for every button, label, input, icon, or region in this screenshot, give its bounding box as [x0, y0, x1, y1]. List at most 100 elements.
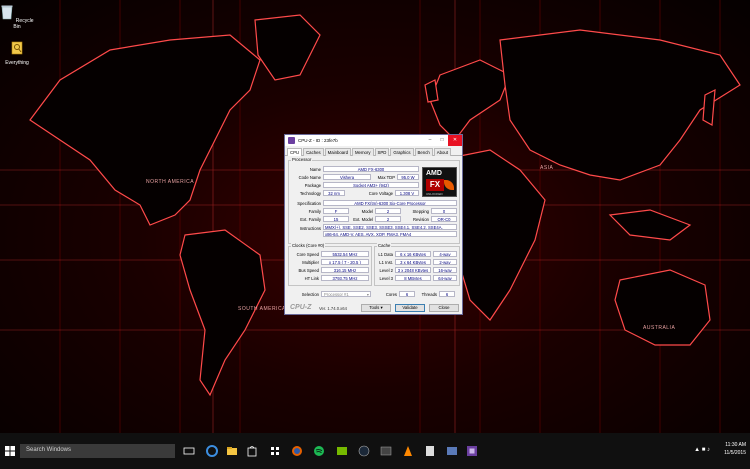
instructions-line-1: MMX(+), SSE, SSE2, SSE3, SSSE3, SSE4.1, …	[323, 224, 457, 230]
game-icon[interactable]	[379, 444, 393, 458]
tab-bar: CPU Caches Mainboard Memory SPD Graphics…	[285, 146, 462, 156]
selection-label: Selection	[301, 292, 319, 297]
level3-label: Level 3	[379, 276, 393, 281]
level2-value: 3 x 2048 KBytes	[395, 267, 431, 273]
firefox-icon[interactable]	[290, 444, 304, 458]
tools-button[interactable]: Tools ▾	[361, 304, 391, 312]
family-label: Family	[308, 209, 321, 214]
maximize-icon[interactable]: □	[436, 135, 448, 146]
system-tray[interactable]: ▲ ■ ♪	[694, 447, 710, 453]
map-label-north-america: NORTH AMERICA	[146, 179, 195, 185]
tab-memory[interactable]: Memory	[351, 148, 374, 156]
task-view-icon[interactable]	[182, 444, 196, 458]
tab-about[interactable]: About	[433, 148, 451, 156]
ht-link-label: HT Link	[304, 276, 319, 281]
tab-caches[interactable]: Caches	[303, 148, 324, 156]
map-label-south-america: SOUTH AMERICA	[238, 306, 286, 312]
l1-data-value: 6 x 16 KBytes	[395, 251, 431, 257]
package-value: Socket AM3+ (942)	[323, 182, 419, 188]
document-icon[interactable]	[423, 444, 437, 458]
processor-select[interactable]: Processor #1 ▾	[321, 291, 371, 297]
minimize-icon[interactable]: –	[424, 135, 436, 146]
recycle-bin-label: Recycle Bin	[13, 18, 34, 30]
tab-graphics[interactable]: Graphics	[390, 148, 414, 156]
recycle-bin-icon	[1, 5, 13, 20]
start-button[interactable]	[0, 433, 20, 469]
model-value: 2	[375, 208, 401, 214]
tab-mainboard[interactable]: Mainboard	[324, 148, 351, 156]
instructions-label: Instructions	[299, 226, 321, 231]
everything-search-icon	[11, 41, 23, 55]
grid-apps-icon[interactable]	[268, 444, 282, 458]
amd-fx-logo: AMD FX UNLOCKED	[422, 167, 457, 197]
file-explorer-icon[interactable]	[225, 444, 239, 458]
threads-label: Threads	[421, 292, 437, 297]
store-icon[interactable]	[245, 444, 259, 458]
close-button[interactable]: Close	[429, 304, 459, 312]
cpuz-titlebar[interactable]: CPU-Z - ID : 23fe7b – □ ✕	[285, 135, 462, 146]
stepping-value: 0	[431, 208, 457, 214]
nvidia-icon[interactable]	[335, 444, 349, 458]
processor-select-value: Processor #1	[324, 292, 349, 297]
processor-group-title: Processor	[291, 157, 313, 162]
amd-brand-text: AMD	[426, 170, 442, 177]
model-label: Model	[361, 209, 373, 214]
ext-family-label: Ext. Family	[300, 217, 321, 222]
vlc-icon[interactable]	[401, 444, 415, 458]
ht-link-value: 3793.75 MHz	[321, 275, 369, 281]
windows-logo-icon	[5, 446, 15, 456]
cpuz-brand: CPU-Z	[290, 304, 312, 311]
close-icon[interactable]: ✕	[448, 135, 462, 146]
tab-spd[interactable]: SPD	[374, 148, 390, 156]
clock-date: 11/5/2015	[724, 450, 746, 456]
technology-label: Technology	[299, 191, 321, 196]
l1-inst-value: 3 x 64 KBytes	[395, 259, 431, 265]
codename-label: Code Name	[298, 175, 321, 180]
core-speed-label: Core Speed	[296, 252, 319, 257]
clock[interactable]: 11:30 AM 11/5/2015	[724, 441, 746, 457]
l1-inst-way: 2-way	[433, 259, 457, 265]
cache-group-title: Cache	[377, 243, 392, 248]
validate-button[interactable]: Validate	[395, 304, 425, 312]
tab-cpu[interactable]: CPU	[287, 148, 303, 156]
l1-inst-label: L1 Inst.	[379, 260, 393, 265]
steam-icon[interactable]	[357, 444, 371, 458]
package-label: Package	[304, 183, 321, 188]
revision-value: OR-C0	[431, 216, 457, 222]
ext-model-value: 2	[375, 216, 401, 222]
fx-badge: FX	[426, 179, 444, 191]
level2-label: Level 2	[379, 268, 393, 273]
cpuz-taskbar-icon[interactable]	[465, 444, 479, 458]
tab-bench[interactable]: Bench	[414, 148, 433, 156]
l1-data-label: L1 Data	[378, 252, 393, 257]
l1-data-way: 4-way	[433, 251, 457, 257]
spotify-icon[interactable]	[312, 444, 326, 458]
clocks-group-title: Clocks (Core #0)	[291, 243, 326, 248]
logo-tagline: UNLOCKED	[426, 192, 443, 196]
search-placeholder: Search Windows	[26, 447, 72, 453]
cores-value: 6	[399, 291, 415, 297]
cpuz-window[interactable]: CPU-Z - ID : 23fe7b – □ ✕ CPU Caches Mai…	[284, 134, 463, 315]
window-title: CPU-Z - ID : 23fe7b	[298, 138, 338, 143]
app-icon[interactable]	[445, 444, 459, 458]
desktop-icon-everything[interactable]: Everything	[0, 40, 34, 66]
core-voltage-value: 1.308 V	[395, 190, 419, 196]
maxtdp-label: Max TDP	[377, 175, 395, 180]
level3-value: 8 MBytes	[395, 275, 431, 281]
level2-way: 16-way	[433, 267, 457, 273]
edge-icon[interactable]	[205, 444, 219, 458]
bus-speed-value: 316.15 MHz	[321, 267, 369, 273]
core-speed-value: 5532.54 MHz	[321, 251, 369, 257]
search-input[interactable]: Search Windows	[20, 444, 175, 458]
tools-button-label: Tools	[369, 305, 380, 310]
ext-model-label: Ext. Model	[353, 217, 373, 222]
specification-label: Specification	[297, 201, 321, 206]
everything-label: Everything	[5, 60, 29, 66]
specification-value: AMD FX(tm)-6300 Six-Core Processor	[323, 200, 457, 206]
ext-family-value: 15	[323, 216, 349, 222]
desktop-icon-recycle-bin[interactable]: Recycle Bin	[0, 4, 34, 30]
stepping-label: Stepping	[412, 209, 429, 214]
cores-label: Cores	[385, 292, 397, 297]
multiplier-value: x 17.5 ( 7 - 20.5 )	[321, 259, 369, 265]
name-value: AMD FX-6300	[323, 166, 419, 172]
